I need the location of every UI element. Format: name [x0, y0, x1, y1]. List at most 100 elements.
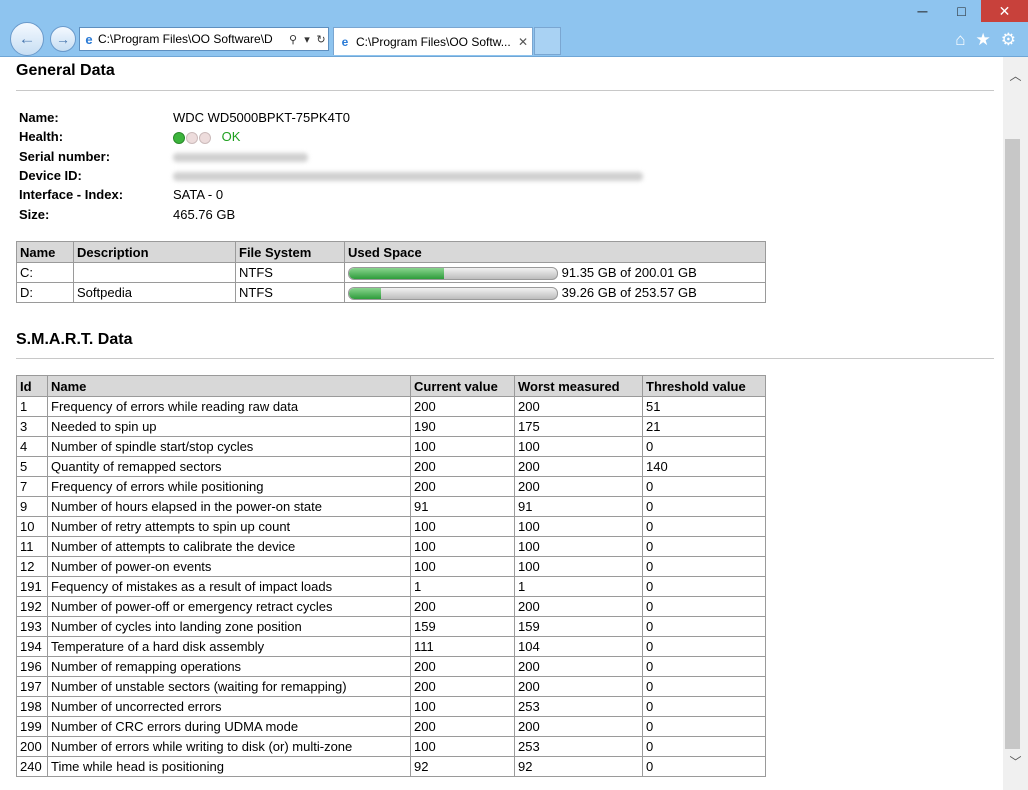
- size-value: 465.76 GB: [173, 207, 236, 222]
- smart-id: 200: [16, 736, 48, 757]
- maximize-button[interactable]: □: [942, 0, 981, 22]
- smart-name: Number of spindle start/stop cycles: [47, 436, 411, 457]
- smart-worst: 200: [514, 456, 643, 477]
- col-header: Id: [16, 375, 48, 397]
- smart-header-row: Id Name Current value Worst measured Thr…: [16, 375, 766, 397]
- smart-current: 91: [410, 496, 515, 517]
- close-button[interactable]: ✕: [981, 0, 1028, 22]
- table-row: 12 Number of power-on events 100 100 0: [16, 556, 766, 577]
- smart-name: Needed to spin up: [47, 416, 411, 437]
- back-button[interactable]: ←: [10, 22, 44, 56]
- smart-id: 11: [16, 536, 48, 557]
- used-space-bar: [348, 267, 558, 281]
- smart-current: 200: [410, 716, 515, 737]
- smart-worst: 200: [514, 716, 643, 737]
- smart-threshold: 0: [642, 616, 766, 637]
- smart-worst: 100: [514, 556, 643, 577]
- col-header: Name: [16, 241, 74, 263]
- device-id-label: Device ID:: [19, 168, 82, 183]
- name-label: Name:: [19, 110, 59, 125]
- table-row: 197 Number of unstable sectors (waiting f…: [16, 676, 766, 697]
- smart-threshold: 0: [642, 496, 766, 517]
- smart-worst: 91: [514, 496, 643, 517]
- smart-current: 200: [410, 596, 515, 617]
- home-icon[interactable]: ⌂: [955, 30, 965, 50]
- smart-name: Frequency of errors while reading raw da…: [47, 396, 411, 417]
- browser-tab[interactable]: e C:\Program Files\OO Softw... ✕: [333, 27, 533, 55]
- smart-current: 100: [410, 736, 515, 757]
- smart-current: 92: [410, 756, 515, 777]
- search-icon[interactable]: ⚲: [286, 33, 300, 46]
- smart-name: Quantity of remapped sectors: [47, 456, 411, 477]
- forward-arrow-icon: →: [56, 31, 70, 47]
- health-dot-icon: [186, 131, 198, 144]
- partitions-table: Name Description File System Used Space …: [16, 241, 766, 303]
- scroll-up-icon[interactable]: ︿: [1003, 67, 1028, 84]
- favorites-icon[interactable]: ★: [976, 30, 991, 50]
- smart-threshold: 0: [642, 636, 766, 657]
- name-value: WDC WD5000BPKT-75PK4T0: [173, 110, 351, 125]
- ie-page-icon: e: [85, 31, 93, 47]
- smart-threshold: 0: [642, 676, 766, 697]
- refresh-icon[interactable]: ↻: [314, 33, 328, 46]
- scroll-down-icon[interactable]: ﹀: [1003, 753, 1028, 770]
- smart-name: Number of remapping operations: [47, 656, 411, 677]
- smart-worst: 159: [514, 616, 643, 637]
- address-bar[interactable]: e C:\Program Files\OO Software\D ⚲ ▾ ↻: [79, 27, 329, 51]
- smart-worst: 200: [514, 656, 643, 677]
- smart-table: Id Name Current value Worst measured Thr…: [16, 375, 766, 777]
- smart-threshold: 51: [642, 396, 766, 417]
- smart-id: 192: [16, 596, 48, 617]
- partition-used-space: 91.35 GB of 200.01 GB: [344, 262, 766, 283]
- smart-worst: 200: [514, 676, 643, 697]
- smart-name: Number of unstable sectors (waiting for …: [47, 676, 411, 697]
- browser-chrome: ─ □ ✕ ← → e C:\Program Files\OO Software…: [0, 0, 1028, 57]
- smart-threshold: 0: [642, 736, 766, 757]
- smart-name: Number of attempts to calibrate the devi…: [47, 536, 411, 557]
- health-label: Health:: [19, 129, 64, 144]
- smart-name: Fequency of mistakes as a result of impa…: [47, 576, 411, 597]
- smart-id: 196: [16, 656, 48, 677]
- smart-current: 200: [410, 456, 515, 477]
- smart-name: Number of cycles into landing zone posit…: [47, 616, 411, 637]
- partition-name: C:: [16, 262, 74, 283]
- smart-threshold: 140: [642, 456, 766, 477]
- smart-threshold: 0: [642, 436, 766, 457]
- address-text[interactable]: C:\Program Files\OO Software\D: [98, 32, 286, 46]
- general-data-heading: General Data: [16, 62, 115, 79]
- smart-name: Number of hours elapsed in the power-on …: [47, 496, 411, 517]
- used-space-text: 39.26 GB of 253.57 GB: [561, 284, 697, 300]
- table-row: 7 Frequency of errors while positioning 20…: [16, 476, 766, 497]
- used-space-fill: [349, 268, 445, 280]
- minimize-button[interactable]: ─: [903, 0, 942, 22]
- smart-name: Number of errors while writing to disk (…: [47, 736, 411, 757]
- dropdown-icon[interactable]: ▾: [300, 33, 314, 46]
- smart-id: 4: [16, 436, 48, 457]
- size-label: Size:: [19, 207, 50, 222]
- partition-description: [73, 262, 236, 283]
- table-row: 5 Quantity of remapped sectors 200 200 140: [16, 456, 766, 477]
- health-indicator: OK: [173, 129, 240, 144]
- scroll-thumb[interactable]: [1005, 139, 1020, 749]
- table-row: 199 Number of CRC errors during UDMA mode…: [16, 716, 766, 737]
- smart-current: 200: [410, 656, 515, 677]
- table-row: 240 Time while head is positioning 92 92 0: [16, 756, 766, 777]
- new-tab-button[interactable]: [534, 27, 561, 55]
- smart-data-heading: S.M.A.R.T. Data: [16, 331, 133, 348]
- forward-button[interactable]: →: [50, 26, 76, 52]
- vertical-scrollbar[interactable]: ︿ ﹀: [1003, 57, 1028, 790]
- smart-current: 159: [410, 616, 515, 637]
- smart-worst: 92: [514, 756, 643, 777]
- smart-id: 240: [16, 756, 48, 777]
- tools-gear-icon[interactable]: ⚙: [1001, 30, 1016, 50]
- smart-current: 1: [410, 576, 515, 597]
- col-header: Threshold value: [642, 375, 766, 397]
- smart-name: Frequency of errors while positioning: [47, 476, 411, 497]
- col-header: File System: [235, 241, 345, 263]
- smart-current: 100: [410, 436, 515, 457]
- tab-close-icon[interactable]: ✕: [514, 35, 532, 49]
- smart-name: Number of uncorrected errors: [47, 696, 411, 717]
- table-row: 10 Number of retry attempts to spin up co…: [16, 516, 766, 537]
- smart-worst: 253: [514, 696, 643, 717]
- table-row: 3 Needed to spin up 190 175 21: [16, 416, 766, 437]
